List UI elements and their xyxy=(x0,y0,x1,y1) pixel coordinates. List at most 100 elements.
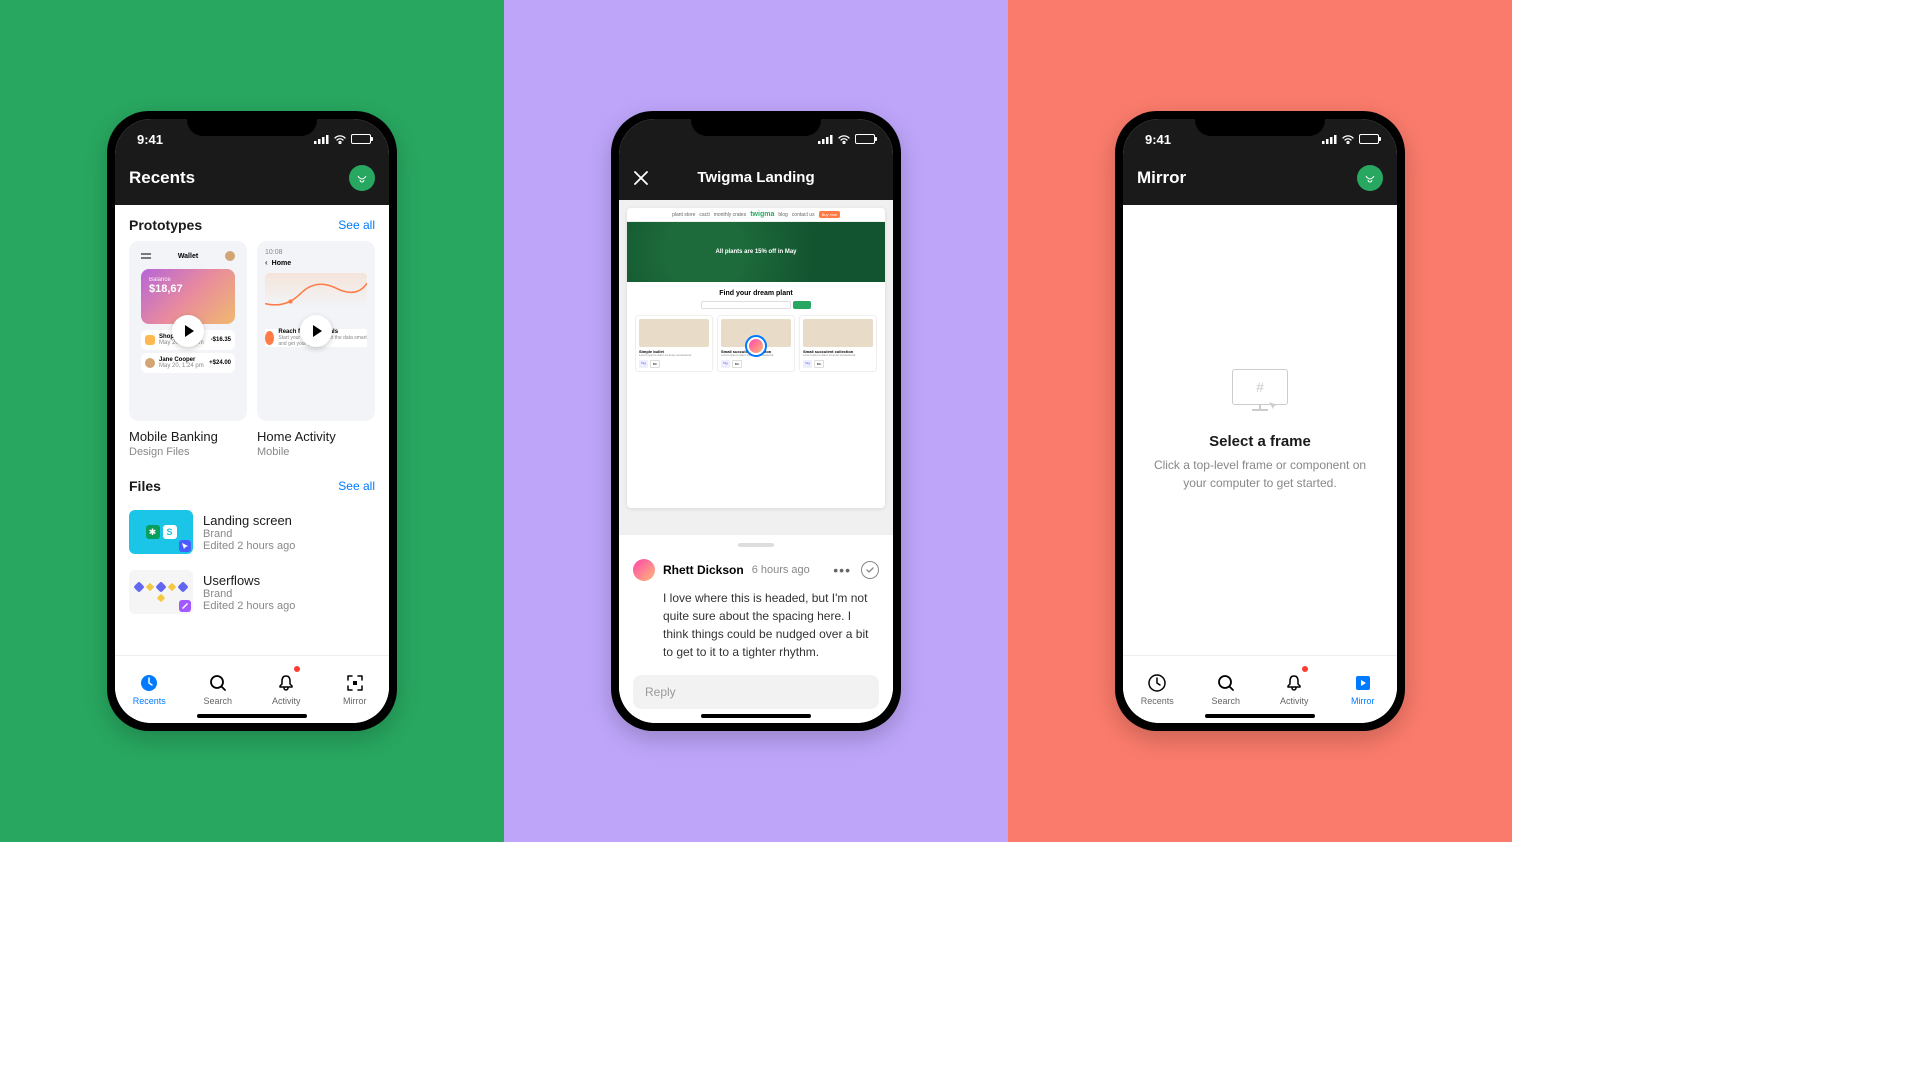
file-name: Userflows xyxy=(203,573,375,588)
tab-activity[interactable]: Activity xyxy=(252,656,321,723)
see-all-prototypes[interactable]: See all xyxy=(338,218,375,232)
tab-label: Search xyxy=(1211,696,1240,706)
tab-recents[interactable]: Recents xyxy=(1123,656,1192,723)
goals-icon xyxy=(265,331,274,345)
reply-input[interactable]: Reply xyxy=(633,675,879,709)
prototype-card[interactable]: Wallet Balance $18,67 xyxy=(129,241,247,458)
tab-label: Activity xyxy=(1280,696,1309,706)
page-title: Recents xyxy=(129,168,195,188)
file-title: Twigma Landing xyxy=(697,169,814,186)
hamburger-icon xyxy=(141,253,151,259)
tab-label: Search xyxy=(203,696,232,706)
avatar[interactable] xyxy=(349,165,375,191)
more-button[interactable]: ••• xyxy=(833,562,851,578)
plant-card: Simple bullet Lorem ipsum dolor sit amet… xyxy=(635,315,713,372)
prototype-subtitle: Design Files xyxy=(129,446,247,458)
row-amount: -$16.35 xyxy=(211,337,231,343)
tab-mirror[interactable]: Mirror xyxy=(321,656,390,723)
signal-icon xyxy=(314,134,329,144)
phone-comment: Twigma Landing plant store cacti monthly… xyxy=(611,111,901,731)
act-title: Home xyxy=(272,260,291,267)
see-all-files[interactable]: See all xyxy=(338,479,375,493)
file-edited: Edited 2 hours ago xyxy=(203,600,375,612)
file-brand: Brand xyxy=(203,588,375,600)
empty-title: Select a frame xyxy=(1209,433,1311,450)
prototype-card[interactable]: 10:08 ‹ Home xyxy=(257,241,375,458)
header: Twigma Landing xyxy=(619,159,893,200)
file-brand: Brand xyxy=(203,528,375,540)
resolve-button[interactable] xyxy=(861,561,879,579)
notch xyxy=(187,111,317,136)
balance-amount: $18,67 xyxy=(149,283,227,295)
figma-badge-icon xyxy=(179,540,191,552)
wifi-icon xyxy=(333,134,347,144)
canvas-preview[interactable]: plant store cacti monthly crates twigma … xyxy=(619,200,893,534)
comment-sheet: Rhett Dickson 6 hours ago ••• I love whe… xyxy=(619,534,893,723)
play-button[interactable] xyxy=(300,315,332,347)
file-edited: Edited 2 hours ago xyxy=(203,540,375,552)
nav-item: blog xyxy=(778,212,787,218)
clock-icon xyxy=(139,673,159,693)
drag-handle[interactable] xyxy=(738,543,774,547)
back-icon: ‹ xyxy=(265,258,268,267)
search-icon xyxy=(208,673,228,693)
search-button-mock xyxy=(793,301,811,309)
cta-button: Buy now xyxy=(819,211,840,218)
tab-label: Recents xyxy=(133,696,166,706)
prototype-subtitle: Mobile xyxy=(257,446,375,458)
section-title-files: Files xyxy=(129,478,161,494)
row-amount: +$24.00 xyxy=(209,360,231,366)
signal-icon xyxy=(818,134,833,144)
section-title-prototypes: Prototypes xyxy=(129,217,202,233)
battery-icon xyxy=(855,134,875,144)
hero-banner: All plants are 15% off in May xyxy=(627,222,885,282)
tab-label: Activity xyxy=(272,696,301,706)
file-thumbnail xyxy=(129,570,193,614)
file-name: Landing screen xyxy=(203,513,375,528)
mirror-icon xyxy=(1353,673,1373,693)
tab-search[interactable]: Search xyxy=(184,656,253,723)
wifi-icon xyxy=(837,134,851,144)
row-sub: May 20, 1:24 pm xyxy=(159,363,205,369)
play-button[interactable] xyxy=(172,315,204,347)
tab-search[interactable]: Search xyxy=(1192,656,1261,723)
comment-pin[interactable] xyxy=(745,335,767,357)
file-item[interactable]: Userflows Brand Edited 2 hours ago xyxy=(115,562,389,622)
phone-recents: 9:41 Recents xyxy=(107,111,397,731)
tab-bar: Recents Search Activity xyxy=(115,655,389,723)
home-indicator[interactable] xyxy=(701,714,811,718)
plant-card: Small succulent collection Lorem ipsum d… xyxy=(799,315,877,372)
battery-icon xyxy=(1359,134,1379,144)
wallet-avatar xyxy=(225,251,235,261)
notification-dot-icon xyxy=(1302,666,1308,672)
comment-body: I love where this is headed, but I'm not… xyxy=(619,589,893,675)
nav-item: monthly crates xyxy=(714,212,747,218)
battery-icon xyxy=(351,134,371,144)
clock-icon xyxy=(1147,673,1167,693)
act-time: 10:08 xyxy=(265,249,367,256)
close-button[interactable] xyxy=(633,170,649,186)
page-title: Mirror xyxy=(1137,168,1186,188)
file-item[interactable]: ✱ S Landing screen Brand Edited 2 hours … xyxy=(115,502,389,562)
header: Recents xyxy=(115,159,389,205)
status-time: 9:41 xyxy=(1145,132,1171,147)
commenter-name: Rhett Dickson xyxy=(663,563,744,577)
tab-recents[interactable]: Recents xyxy=(115,656,184,723)
notification-dot-icon xyxy=(294,666,300,672)
prototype-name: Mobile Banking xyxy=(129,429,247,444)
header: Mirror xyxy=(1123,159,1397,205)
status-time: 9:41 xyxy=(137,132,163,147)
tab-bar: Recents Search Activity xyxy=(1123,655,1397,723)
bell-icon xyxy=(1284,673,1304,693)
prototype-name: Home Activity xyxy=(257,429,375,444)
mirror-icon xyxy=(345,673,365,693)
home-indicator[interactable] xyxy=(197,714,307,718)
monitor-frame-icon: # xyxy=(1232,369,1288,415)
home-indicator[interactable] xyxy=(1205,714,1315,718)
tab-activity[interactable]: Activity xyxy=(1260,656,1329,723)
avatar[interactable] xyxy=(1357,165,1383,191)
notch xyxy=(1195,111,1325,136)
tab-mirror[interactable]: Mirror xyxy=(1329,656,1398,723)
notch xyxy=(691,111,821,136)
search-icon xyxy=(1216,673,1236,693)
